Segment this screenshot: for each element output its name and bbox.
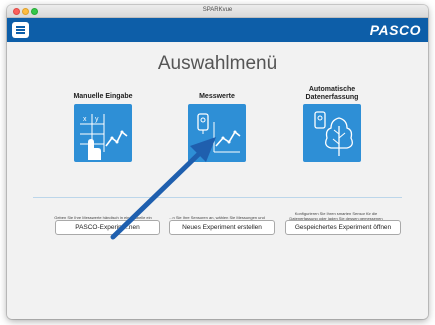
annotation-arrow (110, 137, 216, 240)
